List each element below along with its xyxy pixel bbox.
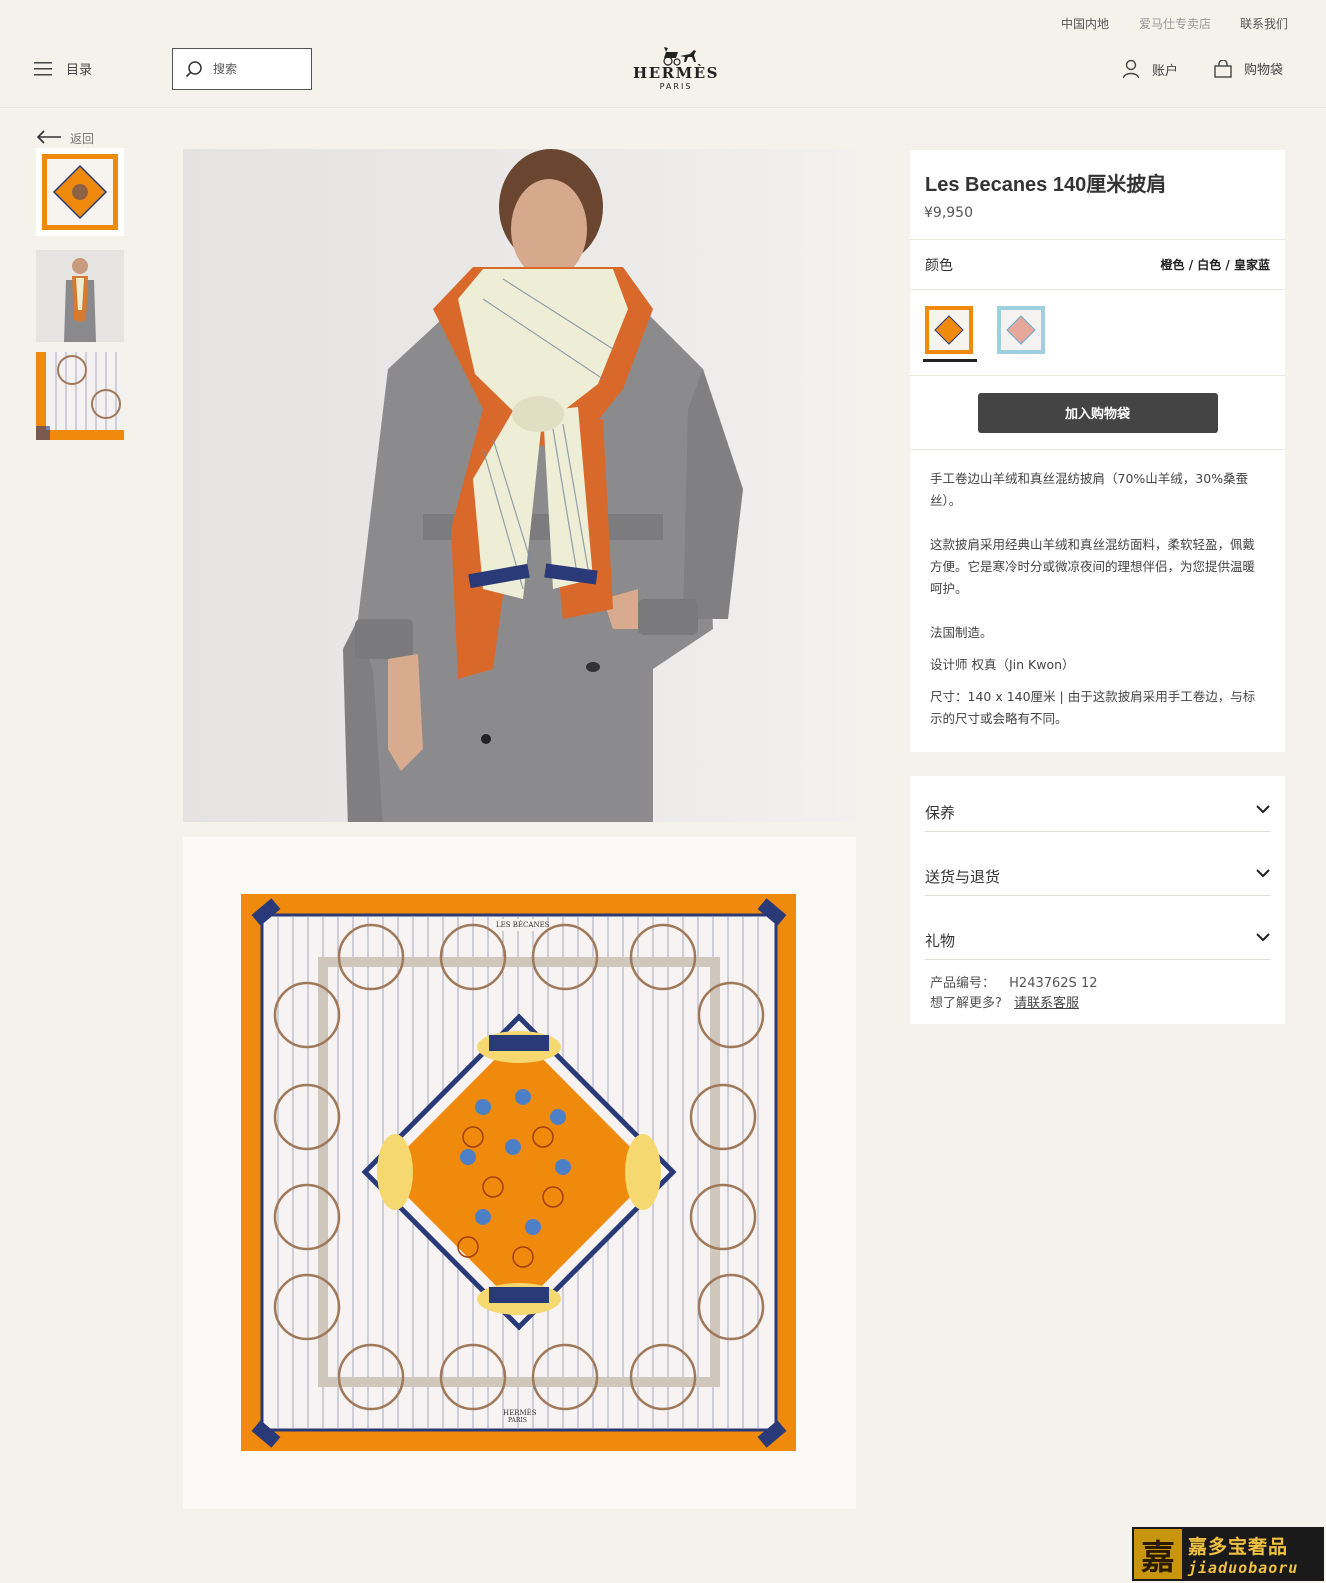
desc-designer: 设计师 权真（Jin Kwon） bbox=[930, 657, 1075, 672]
contact-link[interactable]: 联系我们 bbox=[1240, 15, 1288, 32]
color-label: 颜色 bbox=[925, 257, 953, 274]
scarf-detail-thumbnail-image bbox=[36, 352, 124, 440]
desc-details: 这款披肩采用经典山羊绒和真丝混纺面料，柔软轻盈，佩戴方便。它是寒冷时分或微凉夜间… bbox=[930, 537, 1256, 596]
back-label: 返回 bbox=[70, 132, 95, 146]
sku-label: 产品编号： bbox=[930, 976, 996, 991]
region-link[interactable]: 中国内地 bbox=[1061, 15, 1109, 32]
shopping-bag-button[interactable]: 购物袋 bbox=[1214, 59, 1283, 78]
accordion-care-label: 保养 bbox=[925, 804, 956, 822]
scarf-top-label: LES BÉCANES bbox=[496, 921, 550, 929]
arrow-left-icon bbox=[36, 129, 61, 144]
thumbnail-scarf-detail[interactable] bbox=[36, 352, 124, 440]
desc-material: 手工卷边山羊绒和真丝混纺披肩（70%山羊绒，30%桑蚕丝）。 bbox=[930, 471, 1249, 508]
model-photo bbox=[183, 149, 856, 822]
scarf-bottom-city: PARIS bbox=[508, 1417, 527, 1424]
product-price: ¥9,950 bbox=[924, 205, 973, 221]
shopping-bag-icon bbox=[1214, 59, 1232, 78]
thumbnail-model[interactable] bbox=[36, 250, 124, 342]
more-info-label: 想了解更多? bbox=[930, 996, 1002, 1011]
menu-label: 目录 bbox=[66, 63, 93, 78]
account-button[interactable]: 账户 bbox=[1122, 59, 1178, 79]
scarf-thumbnail-image bbox=[42, 154, 118, 230]
scarf-bottom-brand: HERMÈS bbox=[503, 1409, 537, 1417]
color-row: 颜色 橙色 / 白色 / 皇家蓝 bbox=[910, 240, 1285, 290]
swatch-orange[interactable] bbox=[923, 306, 977, 362]
logo-brand: HERMÈS bbox=[633, 64, 719, 82]
search-icon bbox=[185, 61, 202, 78]
desc-size: 尺寸：140 x 140厘米 | 由于这款披肩采用手工卷边，与标示的尺寸或会略有… bbox=[930, 689, 1256, 726]
model-thumbnail-image bbox=[36, 250, 124, 342]
watermark-cn: 嘉多宝奢品 bbox=[1188, 1535, 1289, 1558]
accordion-care[interactable]: 保养 bbox=[925, 784, 1270, 832]
store-locator-link[interactable]: 爱马仕专卖店 bbox=[1139, 15, 1211, 32]
product-image-model[interactable] bbox=[183, 149, 856, 822]
search-box[interactable] bbox=[172, 48, 312, 90]
accordion-gift-label: 礼物 bbox=[925, 932, 956, 950]
accordion-gift[interactable]: 礼物 bbox=[925, 912, 1270, 960]
account-label: 账户 bbox=[1152, 63, 1179, 79]
color-value: 橙色 / 白色 / 皇家蓝 bbox=[1160, 258, 1270, 272]
product-title: Les Becanes 140厘米披肩 bbox=[925, 174, 1167, 196]
accordion-shipping[interactable]: 送货与退货 bbox=[925, 848, 1270, 896]
chevron-down-icon bbox=[1256, 933, 1270, 942]
info-accordion-panel: 保养 送货与退货 礼物 产品编号： H243762S 12 想了解更多? 请联系… bbox=[910, 776, 1285, 1024]
swatch-blue[interactable] bbox=[997, 306, 1045, 354]
contact-service-link[interactable]: 请联系客服 bbox=[1014, 996, 1079, 1011]
watermark-en: jiaduobaoru bbox=[1188, 1558, 1299, 1577]
add-to-bag-button[interactable]: 加入购物袋 bbox=[977, 392, 1218, 433]
site-header: 目录 HERMÈS PARIS 账户 购物袋 bbox=[0, 44, 1326, 108]
watermark: 嘉 嘉多宝奢品 jiaduobaoru bbox=[1132, 1527, 1324, 1581]
product-meta: 产品编号： H243762S 12 想了解更多? 请联系客服 bbox=[925, 960, 1270, 1014]
menu-button[interactable]: 目录 bbox=[34, 59, 92, 78]
logo-city: PARIS bbox=[659, 82, 693, 91]
product-description: 手工卷边山羊绒和真丝混纺披肩（70%山羊绒，30%桑蚕丝）。 这款披肩采用经典山… bbox=[910, 450, 1285, 752]
color-swatches bbox=[910, 290, 1285, 376]
swatch-blue-image bbox=[997, 306, 1045, 354]
product-info-panel: Les Becanes 140厘米披肩 ¥9,950 颜色 橙色 / 白色 / … bbox=[910, 150, 1285, 752]
sku-value: H243762S 12 bbox=[1009, 976, 1098, 991]
back-button[interactable]: 返回 bbox=[36, 126, 94, 147]
user-icon bbox=[1122, 59, 1140, 79]
desc-origin: 法国制造。 bbox=[930, 625, 993, 640]
chevron-down-icon bbox=[1256, 869, 1270, 878]
bag-label: 购物袋 bbox=[1244, 63, 1284, 78]
carriage-logo-icon bbox=[663, 47, 696, 66]
utility-bar: 中国内地 爱马仕专卖店 联系我们 bbox=[0, 0, 1326, 44]
swatch-orange-image bbox=[925, 306, 973, 354]
brand-logo[interactable]: HERMÈS PARIS bbox=[632, 44, 720, 96]
hamburger-icon bbox=[34, 61, 52, 75]
product-image-scarf[interactable]: LES BÉCANES HERMÈS PARIS bbox=[183, 837, 856, 1509]
accordion-shipping-label: 送货与退货 bbox=[925, 868, 1001, 886]
thumbnail-scarf-flat[interactable] bbox=[36, 148, 124, 236]
chevron-down-icon bbox=[1256, 805, 1270, 814]
add-to-cart-section: 加入购物袋 bbox=[910, 376, 1285, 450]
watermark-seal: 嘉 bbox=[1134, 1529, 1182, 1579]
search-input[interactable] bbox=[213, 62, 293, 76]
